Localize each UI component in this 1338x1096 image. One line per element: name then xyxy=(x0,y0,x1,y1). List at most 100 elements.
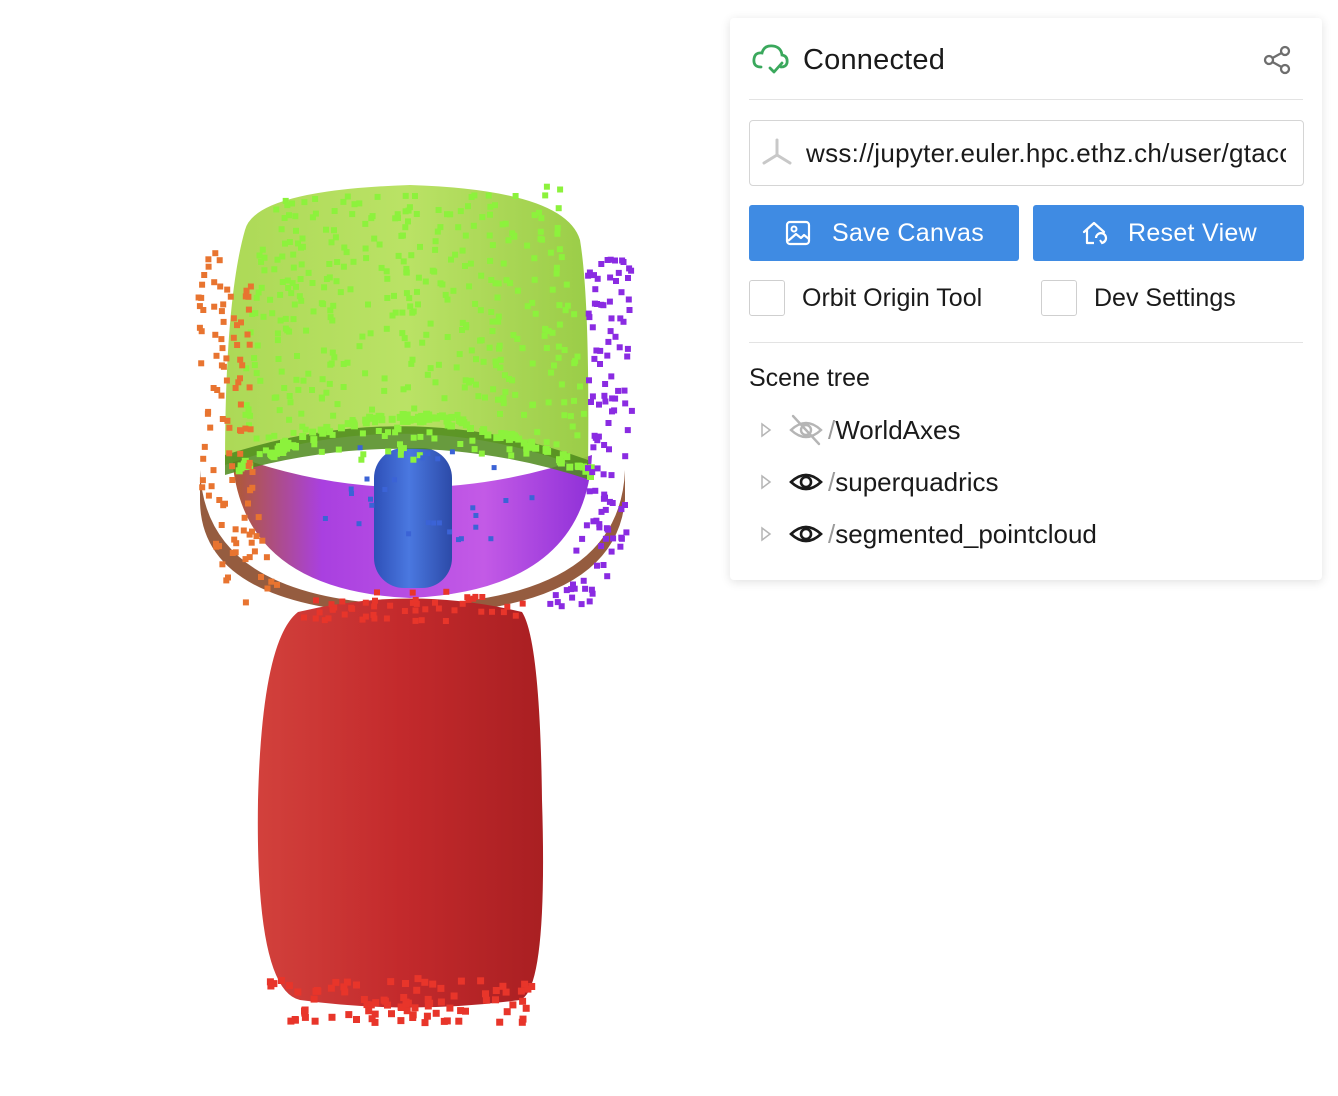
point xyxy=(271,432,278,439)
point xyxy=(531,255,538,262)
point xyxy=(237,450,244,457)
point xyxy=(412,607,419,614)
point xyxy=(557,459,565,467)
point xyxy=(399,411,407,418)
point xyxy=(600,471,607,478)
point xyxy=(269,310,276,317)
point xyxy=(438,412,446,420)
point xyxy=(496,345,502,352)
point xyxy=(490,386,497,393)
point xyxy=(293,227,299,234)
point xyxy=(218,522,225,528)
point xyxy=(289,200,296,207)
caret-right-icon[interactable] xyxy=(760,474,772,490)
orbit-origin-checkbox[interactable] xyxy=(749,280,785,316)
point xyxy=(503,498,509,503)
eye-off-icon[interactable] xyxy=(788,412,824,448)
point xyxy=(299,243,306,250)
point xyxy=(397,1017,405,1025)
point xyxy=(507,280,514,287)
point xyxy=(292,442,299,450)
point xyxy=(519,997,527,1005)
point xyxy=(384,295,391,301)
point xyxy=(334,401,341,408)
point xyxy=(323,389,330,396)
point xyxy=(486,344,493,351)
tree-item-superquadrics[interactable]: / superquadrics xyxy=(760,462,999,502)
point xyxy=(622,453,629,460)
point xyxy=(609,408,615,415)
point xyxy=(226,424,233,431)
point xyxy=(574,432,581,439)
point xyxy=(421,978,429,986)
point xyxy=(592,487,599,494)
point xyxy=(468,194,475,200)
server-url-field[interactable] xyxy=(749,120,1304,186)
dev-settings-checkbox[interactable] xyxy=(1041,280,1077,316)
point xyxy=(473,524,479,530)
point xyxy=(249,469,256,475)
reset-view-button[interactable]: Reset View xyxy=(1033,205,1304,261)
point xyxy=(261,267,268,274)
point xyxy=(547,600,554,607)
eye-icon[interactable] xyxy=(788,464,824,500)
point xyxy=(435,361,442,368)
point xyxy=(359,430,366,437)
point xyxy=(448,413,456,421)
point xyxy=(621,387,628,394)
point xyxy=(467,425,474,432)
point xyxy=(492,280,499,287)
tree-item-segmented-pointcloud[interactable]: / segmented_pointcloud xyxy=(760,514,1097,554)
point xyxy=(561,399,568,406)
point xyxy=(196,303,203,310)
point xyxy=(508,452,515,459)
dev-settings-option[interactable]: Dev Settings xyxy=(1041,278,1236,318)
point xyxy=(231,536,238,543)
point xyxy=(602,381,609,387)
point xyxy=(600,302,607,309)
point xyxy=(362,613,369,620)
point xyxy=(563,281,570,288)
point xyxy=(559,451,567,459)
point xyxy=(212,250,219,257)
status-text: Connected xyxy=(803,43,946,76)
server-url-input[interactable] xyxy=(804,136,1288,170)
tree-item-worldaxes[interactable]: / WorldAxes xyxy=(760,410,960,450)
point xyxy=(301,199,308,206)
point xyxy=(405,218,411,225)
point xyxy=(405,384,411,391)
point xyxy=(198,294,205,301)
point xyxy=(600,562,607,568)
point xyxy=(624,427,631,434)
point xyxy=(557,186,564,193)
point xyxy=(431,435,438,442)
share-icon[interactable] xyxy=(1261,44,1293,76)
caret-right-icon[interactable] xyxy=(760,526,772,542)
point xyxy=(499,982,507,990)
point xyxy=(488,309,495,315)
point xyxy=(514,287,521,294)
point xyxy=(538,215,545,222)
point xyxy=(610,535,617,542)
point xyxy=(424,371,431,378)
point xyxy=(199,281,206,288)
point xyxy=(580,577,587,584)
point xyxy=(529,495,535,501)
point xyxy=(348,604,355,611)
point xyxy=(391,292,397,299)
point xyxy=(471,446,478,453)
save-canvas-button[interactable]: Save Canvas xyxy=(749,205,1019,261)
point xyxy=(335,446,342,453)
point xyxy=(620,318,627,325)
caret-right-icon[interactable] xyxy=(760,422,772,438)
point xyxy=(612,395,619,402)
point xyxy=(487,257,494,264)
point xyxy=(333,278,340,285)
point xyxy=(218,392,225,399)
point xyxy=(470,505,476,511)
eye-icon[interactable] xyxy=(788,516,824,552)
point xyxy=(220,502,227,509)
point xyxy=(472,381,479,388)
orbit-origin-option[interactable]: Orbit Origin Tool xyxy=(749,278,982,318)
point xyxy=(360,451,367,458)
